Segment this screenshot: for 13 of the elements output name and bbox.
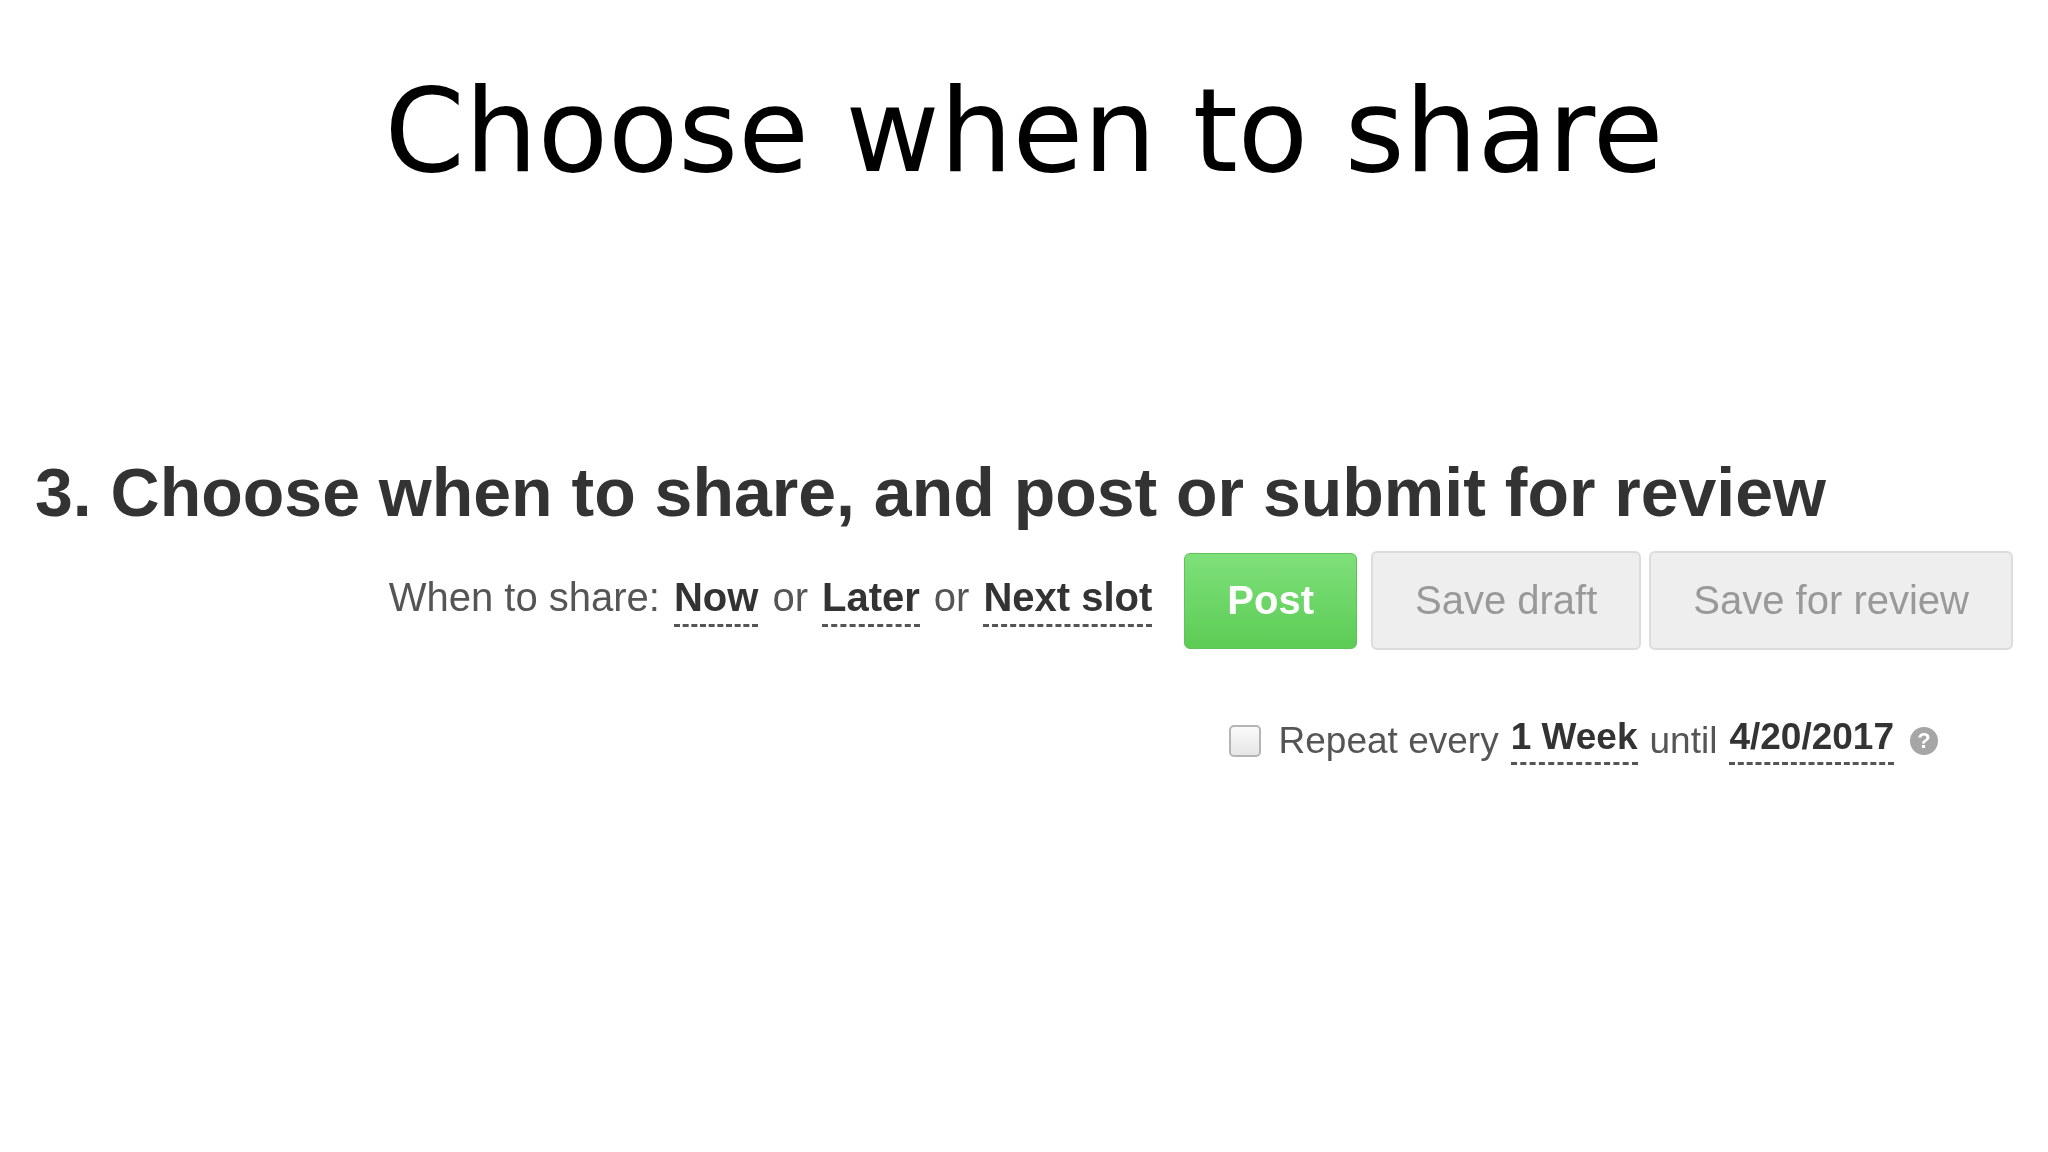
label-text: or bbox=[933, 574, 970, 620]
option-link[interactable]: Next slot bbox=[983, 574, 1153, 627]
when-label: When to share: bbox=[388, 574, 660, 620]
option-link[interactable]: Now bbox=[673, 574, 759, 627]
section-heading: 3. Choose when to share, and post or submit for review bbox=[35, 455, 1826, 529]
repeat-checkbox[interactable] bbox=[1228, 724, 1261, 757]
option-link[interactable]: 4/20/2017 bbox=[1729, 716, 1894, 765]
label-text: or bbox=[772, 574, 808, 620]
option-link[interactable]: Later bbox=[822, 574, 920, 627]
label-text: until bbox=[1649, 719, 1718, 762]
slide-title: Choose when to share bbox=[384, 63, 1664, 200]
option-link[interactable]: 1 Week bbox=[1510, 716, 1638, 765]
label-text: Repeat every bbox=[1278, 719, 1499, 762]
